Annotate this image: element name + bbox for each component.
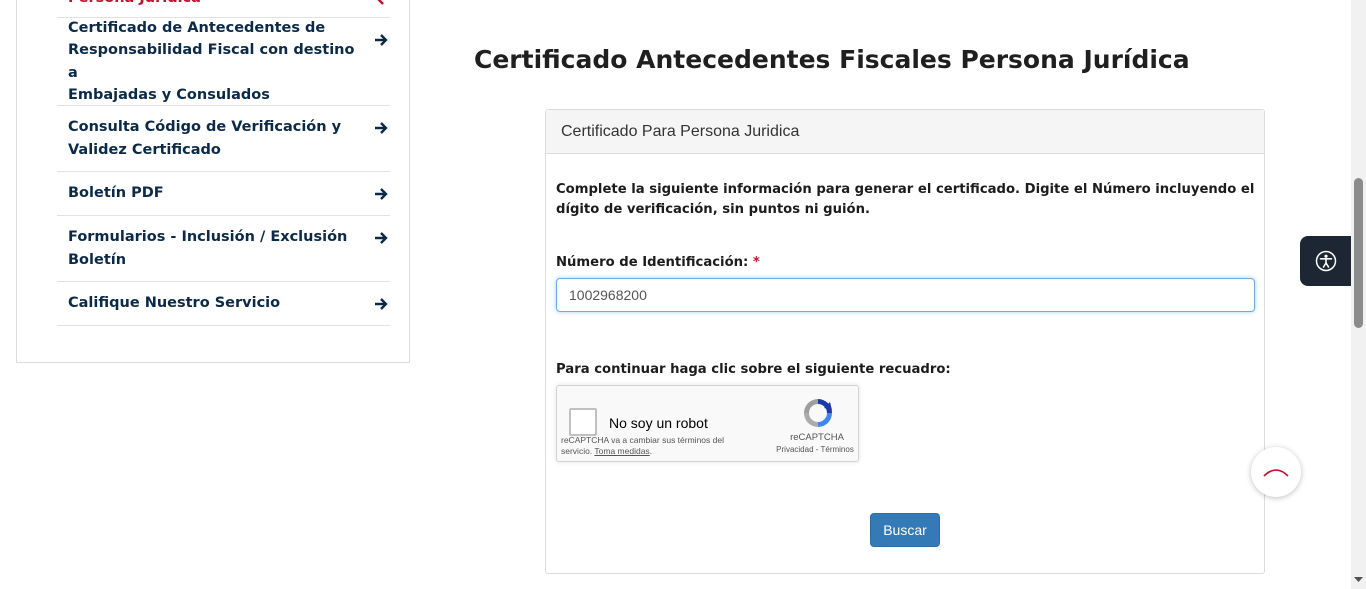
page-title: Certificado Antecedentes Fiscales Person…	[474, 45, 1190, 74]
recaptcha-widget: No soy un robot reCAPTCHA va a cambiar s…	[556, 385, 859, 462]
arrow-right-icon	[375, 232, 388, 244]
sidebar-item-label: Califique Nuestro Servicio	[68, 295, 281, 312]
sidebar-item-label: Boletín PDF	[68, 185, 164, 202]
arrow-left-icon	[377, 0, 384, 5]
card-header: Certificado Para Persona Juridica	[546, 110, 1264, 154]
recaptcha-notice-link[interactable]: Toma medidas	[594, 446, 649, 456]
sidebar-item-boletin-pdf[interactable]: Boletín PDF	[57, 172, 390, 216]
chevron-up-icon	[1263, 469, 1289, 477]
recaptcha-checkbox-label: No soy un robot	[609, 415, 708, 431]
recaptcha-links[interactable]: Privacidad - Términos	[760, 445, 870, 454]
sidebar-item-label: Formularios - Inclusión / Exclusión Bole…	[68, 229, 348, 268]
captcha-prompt: Para continuar haga clic sobre el siguie…	[556, 362, 951, 377]
sidebar-item-label: Consulta Código de Verificación y Valide…	[68, 119, 342, 158]
id-field-label: Número de Identificación: *	[556, 255, 760, 270]
recaptcha-logo-icon	[804, 399, 832, 427]
sidebar-item-califique[interactable]: Califique Nuestro Servicio	[57, 282, 390, 326]
accessibility-icon	[1315, 250, 1337, 272]
sidebar-item-consulta-codigo[interactable]: Consulta Código de Verificación y Valide…	[57, 106, 390, 172]
recaptcha-checkbox[interactable]	[569, 408, 597, 436]
arrow-right-icon	[375, 34, 388, 46]
scrollbar-thumb[interactable]	[1354, 178, 1363, 328]
page-scrollbar[interactable]	[1351, 0, 1366, 589]
required-mark: *	[752, 255, 760, 270]
sidebar-item-label: Certificado de Antecedentes de Responsab…	[68, 19, 355, 104]
identification-number-input[interactable]	[556, 278, 1255, 312]
sidebar-item-label: Persona Jurídica	[68, 0, 201, 9]
recaptcha-notice-suffix: .	[649, 446, 653, 456]
sidebar-item-formularios[interactable]: Formularios - Inclusión / Exclusión Bole…	[57, 216, 390, 282]
recaptcha-notice: reCAPTCHA va a cambiar sus términos del …	[561, 435, 741, 457]
sidebar-item-embajadas[interactable]: Certificado de Antecedentes de Responsab…	[57, 18, 390, 106]
arrow-right-icon	[375, 122, 388, 134]
form-instructions: Complete la siguiente información para g…	[556, 182, 1255, 217]
accessibility-button[interactable]	[1300, 236, 1352, 286]
scroll-down-arrow-icon[interactable]	[1354, 574, 1363, 584]
certificate-form-card: Certificado Para Persona Juridica Comple…	[545, 109, 1265, 574]
sidebar-item-persona-juridica[interactable]: Persona Jurídica	[57, 0, 390, 18]
arrow-right-icon	[375, 188, 388, 200]
back-to-top-button[interactable]	[1251, 447, 1301, 497]
arrow-right-icon	[375, 298, 388, 310]
id-field-label-text: Número de Identificación:	[556, 255, 749, 270]
sidebar-menu: Persona Jurídica Certificado de Antecede…	[57, 0, 390, 326]
sidebar: Persona Jurídica Certificado de Antecede…	[16, 0, 410, 363]
recaptcha-brand: reCAPTCHA	[790, 432, 844, 443]
search-button[interactable]: Buscar	[870, 513, 940, 547]
